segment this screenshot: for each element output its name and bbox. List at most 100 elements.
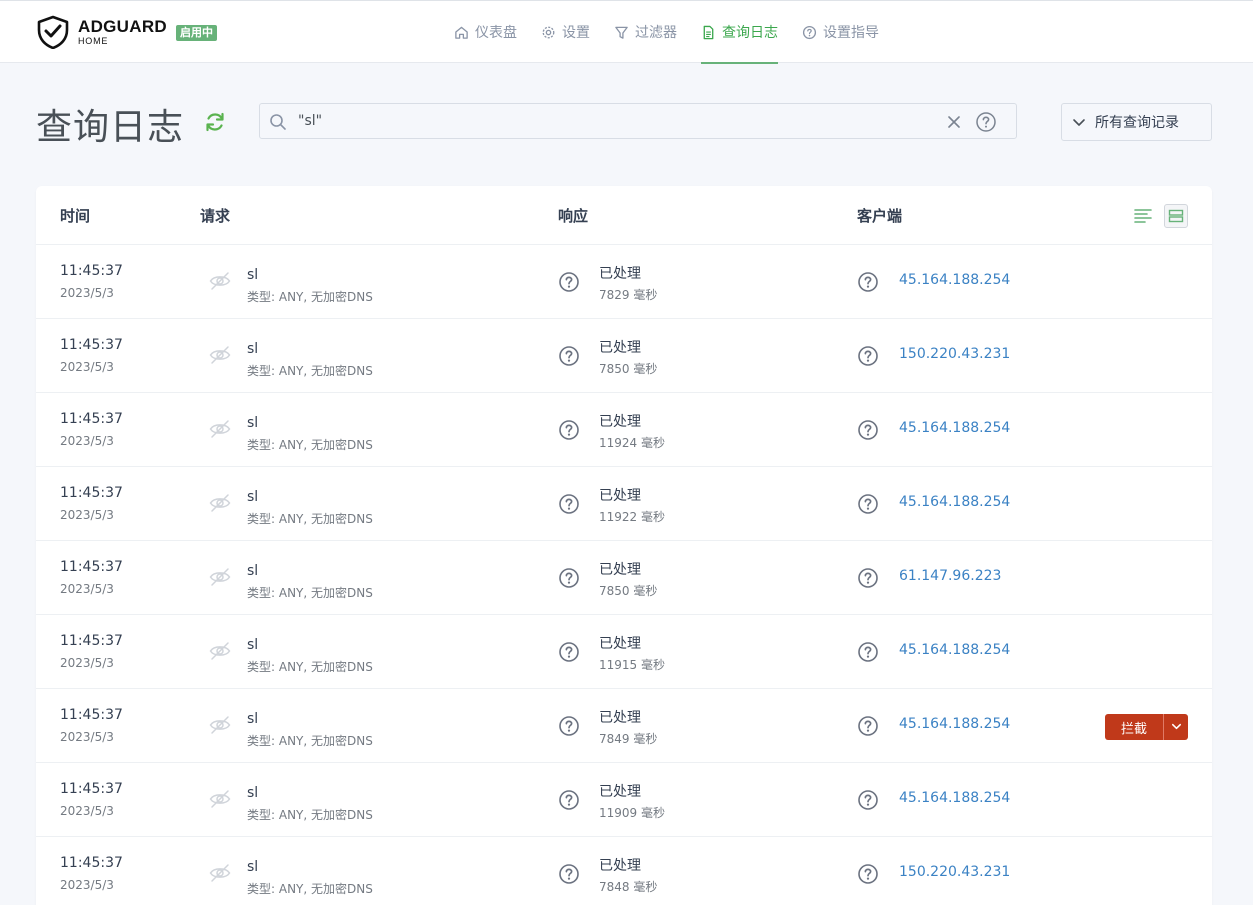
- nav-settings[interactable]: 设置: [541, 1, 590, 63]
- table-row[interactable]: 11:45:37 2023/5/3 sl 类型: ANY, 无加密DNS 已处理 1191…: [36, 614, 1212, 688]
- status-badge: 启用中: [176, 25, 217, 41]
- row-time: 11:45:37: [60, 485, 123, 501]
- response-status-icon: [559, 420, 579, 440]
- row-query-type: 类型: ANY, 无加密DNS: [247, 512, 373, 526]
- row-query-type: 类型: ANY, 无加密DNS: [247, 290, 373, 304]
- row-status: 已处理: [599, 340, 641, 356]
- response-status-icon: [559, 568, 579, 588]
- table-row[interactable]: 11:45:37 2023/5/3 sl 类型: ANY, 无加密DNS 已处理 7850…: [36, 318, 1212, 392]
- row-date: 2023/5/3: [60, 878, 114, 892]
- row-date: 2023/5/3: [60, 508, 114, 522]
- document-icon: [703, 25, 714, 39]
- table-row[interactable]: 11:45:37 2023/5/3 sl 类型: ANY, 无加密DNS 已处理 7848…: [36, 836, 1212, 905]
- client-info-icon: [858, 420, 878, 440]
- client-info-icon: [858, 790, 878, 810]
- row-domain: sl: [247, 563, 259, 579]
- client-info-icon: [858, 494, 878, 514]
- row-status: 已处理: [599, 266, 641, 282]
- filter-icon: [615, 26, 628, 39]
- row-query-type: 类型: ANY, 无加密DNS: [247, 882, 373, 896]
- chevron-down-icon: [1171, 723, 1182, 730]
- column-client: 客户端: [857, 207, 903, 225]
- row-time: 11:45:37: [60, 263, 123, 279]
- response-status-icon: [559, 642, 579, 662]
- row-query-type: 类型: ANY, 无加密DNS: [247, 808, 373, 822]
- nav-dashboard[interactable]: 仪表盘: [454, 1, 517, 63]
- row-client-link[interactable]: 45.164.188.254: [899, 272, 1010, 288]
- nav-setup-guide[interactable]: 设置指导: [802, 1, 879, 63]
- search-box: [259, 103, 1017, 139]
- help-icon[interactable]: [975, 111, 997, 133]
- row-status: 已处理: [599, 414, 641, 430]
- block-button[interactable]: 拦截: [1105, 714, 1163, 740]
- nav-setup-guide-label: 设置指导: [823, 25, 879, 41]
- nav-settings-label: 设置: [562, 25, 590, 41]
- row-client-link[interactable]: 150.220.43.231: [899, 864, 1010, 880]
- row-query-type: 类型: ANY, 无加密DNS: [247, 438, 373, 452]
- row-client-link[interactable]: 150.220.43.231: [899, 346, 1010, 362]
- row-time: 11:45:37: [60, 411, 123, 427]
- nav-dashboard-label: 仪表盘: [475, 25, 517, 41]
- table-row[interactable]: 11:45:37 2023/5/3 sl 类型: ANY, 无加密DNS 已处理 1192…: [36, 466, 1212, 540]
- row-elapsed: 11915 毫秒: [599, 658, 665, 672]
- row-client-link[interactable]: 45.164.188.254: [899, 420, 1010, 436]
- client-info-icon: [858, 864, 878, 884]
- client-info-icon: [858, 346, 878, 366]
- response-status-icon: [559, 346, 579, 366]
- column-time: 时间: [60, 207, 91, 225]
- row-date: 2023/5/3: [60, 360, 114, 374]
- table-row[interactable]: 11:45:37 2023/5/3 sl 类型: ANY, 无加密DNS 已处理 7850…: [36, 540, 1212, 614]
- table-row[interactable]: 11:45:37 2023/5/3 sl 类型: ANY, 无加密DNS 已处理 7849…: [36, 688, 1212, 762]
- default-view-button[interactable]: [1164, 204, 1188, 228]
- block-options-button[interactable]: [1163, 714, 1188, 740]
- client-info-icon: [858, 716, 878, 736]
- row-query-type: 类型: ANY, 无加密DNS: [247, 364, 373, 378]
- row-status: 已处理: [599, 636, 641, 652]
- table-row[interactable]: 11:45:37 2023/5/3 sl 类型: ANY, 无加密DNS 已处理 1190…: [36, 762, 1212, 836]
- query-filter-select[interactable]: 所有查询记录: [1061, 103, 1212, 141]
- client-info-icon: [858, 642, 878, 662]
- search-input[interactable]: [298, 108, 938, 134]
- row-client-link[interactable]: 61.147.96.223: [899, 568, 1001, 584]
- row-query-type: 类型: ANY, 无加密DNS: [247, 586, 373, 600]
- eye-off-icon: [209, 568, 231, 586]
- eye-off-icon: [209, 272, 231, 290]
- row-status: 已处理: [599, 784, 641, 800]
- table-row[interactable]: 11:45:37 2023/5/3 sl 类型: ANY, 无加密DNS 已处理 7829…: [36, 244, 1212, 318]
- row-domain: sl: [247, 415, 259, 431]
- eye-off-icon: [209, 346, 231, 364]
- help-circle-icon: [802, 25, 817, 39]
- home-icon: [455, 26, 468, 39]
- eye-off-icon: [209, 494, 231, 512]
- nav-filters[interactable]: 过滤器: [614, 1, 677, 63]
- row-date: 2023/5/3: [60, 656, 114, 670]
- query-filter-label: 所有查询记录: [1095, 115, 1179, 131]
- row-date: 2023/5/3: [60, 434, 114, 448]
- block-action-group: 拦截: [1105, 714, 1188, 740]
- adguard-logo[interactable]: ADGUARD HOME: [36, 15, 167, 49]
- search-icon: [270, 114, 286, 130]
- row-time: 11:45:37: [60, 781, 123, 797]
- close-icon[interactable]: [946, 114, 962, 130]
- table-row[interactable]: 11:45:37 2023/5/3 sl 类型: ANY, 无加密DNS 已处理 1192…: [36, 392, 1212, 466]
- row-client-link[interactable]: 45.164.188.254: [899, 642, 1010, 658]
- row-domain: sl: [247, 711, 259, 727]
- compact-view-icon[interactable]: [1133, 206, 1153, 226]
- row-status: 已处理: [599, 710, 641, 726]
- refresh-icon[interactable]: [203, 110, 227, 134]
- row-query-type: 类型: ANY, 无加密DNS: [247, 660, 373, 674]
- row-client-link[interactable]: 45.164.188.254: [899, 790, 1010, 806]
- main-nav: 仪表盘 设置 过滤器 查询日志 设置指导: [454, 1, 903, 64]
- rows-view-icon: [1168, 209, 1184, 223]
- row-domain: sl: [247, 785, 259, 801]
- table-header: 时间 请求 响应 客户端: [36, 186, 1212, 244]
- row-elapsed: 7829 毫秒: [599, 288, 658, 302]
- row-client-link[interactable]: 45.164.188.254: [899, 716, 1010, 732]
- row-client-link[interactable]: 45.164.188.254: [899, 494, 1010, 510]
- client-info-icon: [858, 272, 878, 292]
- row-time: 11:45:37: [60, 707, 123, 723]
- eye-off-icon: [209, 420, 231, 438]
- nav-query-log[interactable]: 查询日志: [701, 1, 778, 64]
- row-elapsed: 7850 毫秒: [599, 584, 658, 598]
- row-domain: sl: [247, 341, 259, 357]
